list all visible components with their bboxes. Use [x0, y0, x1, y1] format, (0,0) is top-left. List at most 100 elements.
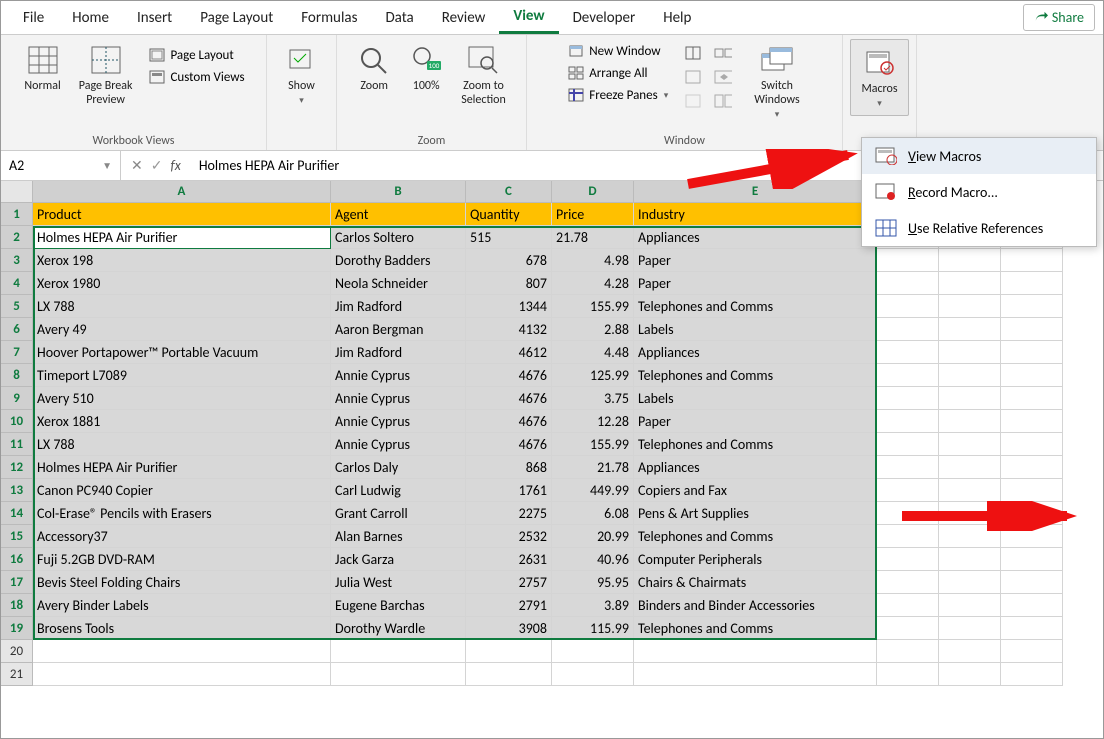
select-all-corner[interactable]	[1, 181, 33, 203]
tab-developer[interactable]: Developer	[559, 3, 650, 33]
table-cell[interactable]: Telephones and Comms	[634, 295, 877, 318]
table-cell[interactable]: Jim Radford	[331, 341, 466, 364]
table-cell[interactable]: 4.28	[552, 272, 634, 295]
table-cell[interactable]: Paper	[634, 272, 877, 295]
table-cell[interactable]: Telephones and Comms	[634, 525, 877, 548]
custom-views-button[interactable]: Custom Views	[144, 67, 248, 87]
tab-help[interactable]: Help	[649, 3, 705, 33]
table-cell[interactable]: 4676	[466, 364, 552, 387]
col-header-B[interactable]: B	[331, 181, 466, 203]
tab-file[interactable]: File	[9, 3, 58, 33]
table-cell[interactable]: 3.89	[552, 594, 634, 617]
table-cell[interactable]: Accessory37	[33, 525, 331, 548]
empty-cell[interactable]	[1001, 479, 1063, 502]
empty-cell[interactable]	[877, 548, 939, 571]
table-header[interactable]: Agent	[331, 203, 466, 226]
table-cell[interactable]: Appliances	[634, 456, 877, 479]
row-header-18[interactable]: 18	[1, 594, 33, 617]
empty-cell[interactable]	[877, 594, 939, 617]
empty-cell[interactable]	[1001, 663, 1063, 686]
tab-pagelayout[interactable]: Page Layout	[186, 3, 287, 33]
table-cell[interactable]: Labels	[634, 318, 877, 341]
dropdown-view-macros[interactable]: View Macros	[862, 138, 1096, 174]
table-cell[interactable]: 515	[466, 226, 552, 249]
table-cell[interactable]: Carlos Daly	[331, 456, 466, 479]
tab-review[interactable]: Review	[428, 3, 500, 33]
table-cell[interactable]: 449.99	[552, 479, 634, 502]
row-header-1[interactable]: 1	[1, 203, 33, 226]
empty-cell[interactable]	[1001, 410, 1063, 433]
page-layout-button[interactable]: Page Layout	[144, 45, 248, 65]
empty-cell[interactable]	[939, 548, 1001, 571]
table-cell[interactable]: Annie Cyprus	[331, 364, 466, 387]
hide-button[interactable]	[682, 67, 704, 87]
fx-icon[interactable]: fx	[170, 157, 180, 174]
table-cell[interactable]: LX 788	[33, 295, 331, 318]
empty-cell[interactable]	[1001, 249, 1063, 272]
table-cell[interactable]: 2631	[466, 548, 552, 571]
tab-formulas[interactable]: Formulas	[287, 3, 371, 33]
reset-window-button[interactable]	[712, 91, 734, 111]
empty-cell[interactable]	[939, 617, 1001, 640]
col-header-A[interactable]: A	[33, 181, 331, 203]
table-header[interactable]: Industry	[634, 203, 877, 226]
table-cell[interactable]: Carl Ludwig	[331, 479, 466, 502]
table-cell[interactable]: Annie Cyprus	[331, 410, 466, 433]
empty-cell[interactable]	[939, 410, 1001, 433]
empty-cell[interactable]	[877, 387, 939, 410]
table-cell[interactable]: 2532	[466, 525, 552, 548]
table-cell[interactable]: 1344	[466, 295, 552, 318]
table-cell[interactable]: 95.95	[552, 571, 634, 594]
empty-cell[interactable]	[1001, 571, 1063, 594]
table-cell[interactable]: Computer Peripherals	[634, 548, 877, 571]
table-cell[interactable]: Labels	[634, 387, 877, 410]
row-header-9[interactable]: 9	[1, 387, 33, 410]
table-cell[interactable]: Bevis Steel Folding Chairs	[33, 571, 331, 594]
row-header-11[interactable]: 11	[1, 433, 33, 456]
show-dropdown-button[interactable]: Show ▾	[279, 39, 325, 110]
table-cell[interactable]: Binders and Binder Accessories	[634, 594, 877, 617]
empty-cell[interactable]	[466, 663, 552, 686]
empty-cell[interactable]	[877, 341, 939, 364]
empty-cell[interactable]	[939, 663, 1001, 686]
empty-cell[interactable]	[939, 433, 1001, 456]
empty-cell[interactable]	[1001, 295, 1063, 318]
empty-cell[interactable]	[877, 571, 939, 594]
table-cell[interactable]: 4676	[466, 410, 552, 433]
table-cell[interactable]: Hoover Portapower™ Portable Vacuum	[33, 341, 331, 364]
empty-cell[interactable]	[877, 640, 939, 663]
table-cell[interactable]: Avery Binder Labels	[33, 594, 331, 617]
row-header-21[interactable]: 21	[1, 663, 33, 686]
empty-cell[interactable]	[939, 387, 1001, 410]
empty-cell[interactable]	[1001, 594, 1063, 617]
unhide-button[interactable]	[682, 91, 704, 111]
table-cell[interactable]: Jack Garza	[331, 548, 466, 571]
row-header-15[interactable]: 15	[1, 525, 33, 548]
empty-cell[interactable]	[939, 571, 1001, 594]
row-header-8[interactable]: 8	[1, 364, 33, 387]
table-cell[interactable]: Avery 49	[33, 318, 331, 341]
empty-cell[interactable]	[552, 640, 634, 663]
tab-data[interactable]: Data	[371, 3, 427, 33]
table-cell[interactable]: Canon PC940 Copier	[33, 479, 331, 502]
arrange-all-button[interactable]: Arrange All	[563, 63, 672, 83]
new-window-button[interactable]: New Window	[563, 41, 672, 61]
table-cell[interactable]: Appliances	[634, 226, 877, 249]
table-cell[interactable]: 4132	[466, 318, 552, 341]
empty-cell[interactable]	[939, 249, 1001, 272]
empty-cell[interactable]	[33, 640, 331, 663]
row-header-3[interactable]: 3	[1, 249, 33, 272]
empty-cell[interactable]	[939, 295, 1001, 318]
empty-cell[interactable]	[877, 318, 939, 341]
table-cell[interactable]: Brosens Tools	[33, 617, 331, 640]
table-cell[interactable]: Avery 510	[33, 387, 331, 410]
empty-cell[interactable]	[466, 640, 552, 663]
pagebreak-preview-button[interactable]: Page Break Preview	[73, 39, 139, 111]
row-header-14[interactable]: 14	[1, 502, 33, 525]
table-cell[interactable]: Holmes HEPA Air Purifier	[33, 226, 331, 249]
table-header[interactable]: Price	[552, 203, 634, 226]
table-cell[interactable]: Paper	[634, 249, 877, 272]
empty-cell[interactable]	[1001, 364, 1063, 387]
tab-view[interactable]: View	[499, 1, 558, 34]
table-cell[interactable]: Pens & Art Supplies	[634, 502, 877, 525]
